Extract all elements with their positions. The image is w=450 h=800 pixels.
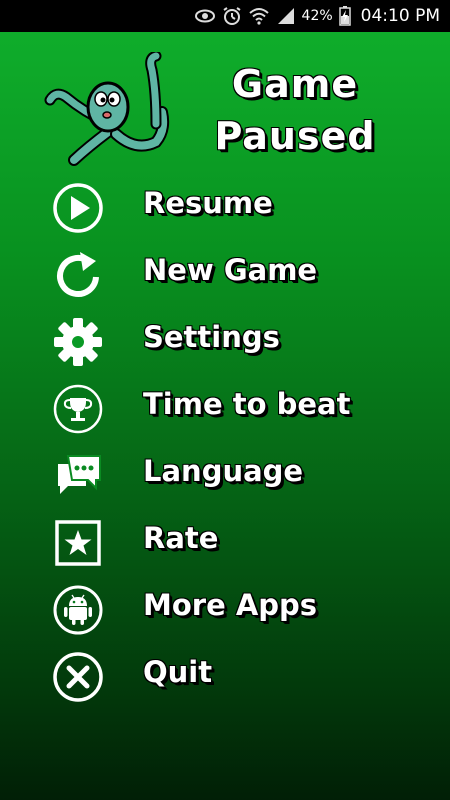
- menu-label-rate: Rate: [143, 521, 219, 555]
- alarm-icon: [222, 6, 242, 26]
- menu-item-time-to-beat[interactable]: Time to beat: [0, 377, 450, 437]
- menu-item-quit[interactable]: Quit: [0, 645, 450, 705]
- status-bar: 42% 04:10 PM: [0, 0, 450, 32]
- chat-icon: [52, 450, 104, 502]
- play-icon: [52, 182, 104, 234]
- pause-screen: Game Paused Resume New Game Settings Tim…: [0, 32, 450, 800]
- menu-item-more-apps[interactable]: More Apps: [0, 578, 450, 638]
- eye-icon: [194, 8, 216, 24]
- menu-item-rate[interactable]: Rate: [0, 511, 450, 571]
- menu-label-quit: Quit: [143, 655, 213, 689]
- wifi-icon: [248, 7, 270, 25]
- trophy-icon: [52, 383, 104, 435]
- menu-label-new-game: New Game: [143, 253, 318, 287]
- battery-percent: 42%: [301, 8, 333, 24]
- star-icon: [52, 517, 104, 569]
- status-time: 04:10 PM: [360, 6, 440, 26]
- page-title: Game Paused: [190, 58, 400, 162]
- menu-item-language[interactable]: Language: [0, 444, 450, 504]
- menu-label-more-apps: More Apps: [143, 588, 318, 622]
- title-line-2: Paused: [214, 114, 376, 158]
- header: Game Paused: [0, 42, 450, 172]
- octopus-mascot: [44, 50, 174, 167]
- menu-label-resume: Resume: [143, 186, 273, 220]
- battery-icon: [338, 6, 351, 26]
- menu-item-settings[interactable]: Settings: [0, 310, 450, 370]
- menu-item-new-game[interactable]: New Game: [0, 243, 450, 303]
- android-icon: [52, 584, 104, 636]
- title-line-1: Game: [231, 62, 359, 106]
- menu-label-language: Language: [143, 454, 304, 488]
- signal-icon: [276, 7, 296, 25]
- refresh-icon: [52, 249, 104, 301]
- menu-label-time-to-beat: Time to beat: [143, 387, 351, 421]
- gear-icon: [52, 316, 104, 368]
- menu-item-resume[interactable]: Resume: [0, 176, 450, 236]
- close-icon: [52, 651, 104, 703]
- menu-label-settings: Settings: [143, 320, 280, 354]
